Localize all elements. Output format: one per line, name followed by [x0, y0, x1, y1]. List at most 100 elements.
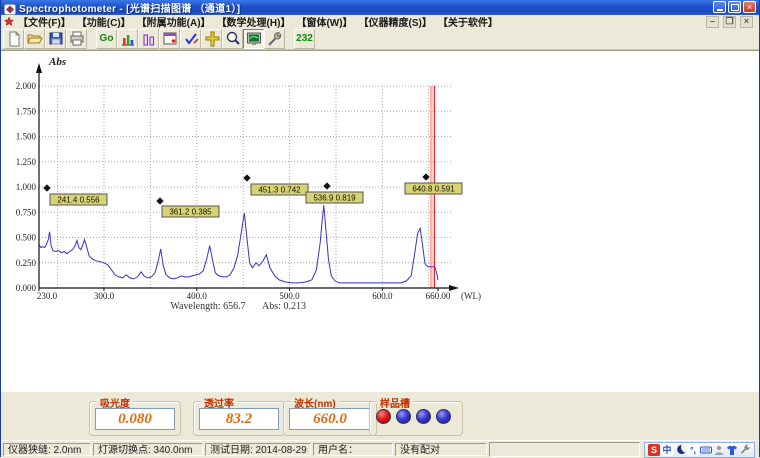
sample-cell-3[interactable]: [416, 409, 431, 424]
svg-text:660.00: 660.00: [426, 291, 451, 301]
crosshair-ruler-icon: [204, 31, 220, 47]
absorbance-group: 吸光度 0.080: [89, 401, 181, 436]
svg-text:1.000: 1.000: [16, 182, 37, 192]
sample-cell-label: 样品槽: [377, 395, 413, 410]
status-bar: 仪器狭缝: 2.0nm灯源切换点: 340.0nm测试日期: 2014-08-2…: [1, 440, 759, 458]
print-icon: [69, 31, 85, 47]
punctuation-icon[interactable]: °,: [687, 444, 699, 456]
histogram-purple-icon: [141, 31, 157, 47]
status-panel-user-name: 用户名：: [313, 443, 393, 456]
svg-text:(WL): (WL): [461, 291, 481, 301]
chart-area: 0.000 0.250 0.500 0.750 1.000 1.250 1.500 1.750…: [1, 50, 759, 392]
title-bar: Spectrophotometer - [光谱扫描图谱 （通道1）] ×: [1, 0, 759, 15]
toolbar-crosshair-ruler-button[interactable]: [201, 29, 222, 49]
zoom-icon: [225, 31, 241, 47]
svg-text:500.0: 500.0: [279, 291, 300, 301]
peak-marker: [43, 184, 50, 191]
svg-text:1.250: 1.250: [16, 157, 37, 167]
new-file-icon: [6, 31, 22, 47]
toolbar-new-file-button[interactable]: [3, 29, 24, 49]
peak-marker: [243, 174, 250, 181]
toolbar-save-file-button[interactable]: [45, 29, 66, 49]
mdi-close-button[interactable]: ×: [740, 16, 753, 28]
restore-button[interactable]: [728, 1, 741, 13]
chinese-mode-icon[interactable]: 中: [661, 444, 673, 456]
close-button[interactable]: ×: [743, 1, 756, 13]
sample-cell-leds: [376, 409, 451, 424]
toolbar: Go 232: [1, 28, 759, 50]
window-view-icon: [162, 31, 178, 47]
absorbance-value: 0.080: [95, 408, 175, 430]
svg-text:1.500: 1.500: [16, 132, 37, 142]
toolbar-open-file-button[interactable]: [24, 29, 45, 49]
toolbar-rs232-button[interactable]: 232: [294, 29, 315, 49]
toolbar-go-button[interactable]: Go: [96, 29, 117, 49]
app-icon: [4, 2, 16, 13]
svg-text:241.4 0.556: 241.4 0.556: [57, 196, 100, 205]
mdi-restore-button[interactable]: ❐: [723, 16, 736, 28]
save-file-icon: [48, 31, 64, 47]
monitor-icon: [246, 31, 262, 47]
svg-text:230.0: 230.0: [37, 291, 58, 301]
toolbar-histogram-purple-button[interactable]: [138, 29, 159, 49]
toolbar-print-button[interactable]: [66, 29, 87, 49]
menu-bar: 【文件(F)】【功能(C)】【附属功能(A)】【数学处理(H)】【窗体(W)】【…: [1, 15, 759, 28]
toolbar-wrench-button[interactable]: [264, 29, 285, 49]
child-window-icon: [4, 17, 14, 27]
application-window: Spectrophotometer - [光谱扫描图谱 （通道1）] × 【文件…: [1, 0, 759, 457]
svg-text:640.8 0.591: 640.8 0.591: [412, 185, 455, 194]
toolbar-window-view-button[interactable]: [159, 29, 180, 49]
menu-items: 【文件(F)】【功能(C)】【附属功能(A)】【数学处理(H)】【窗体(W)】【…: [18, 14, 509, 29]
toolbar-monitor-button[interactable]: [243, 29, 264, 49]
wavelength-value: 660.0: [289, 408, 371, 430]
mdi-minimize-button[interactable]: –: [706, 16, 719, 28]
sample-cell-group: 样品槽: [369, 401, 463, 436]
peak-marker: [156, 197, 163, 204]
sample-cell-1-active[interactable]: [376, 409, 391, 424]
status-panel-pairing: 没有配对: [395, 443, 487, 456]
svg-text:0.500: 0.500: [16, 233, 37, 243]
toolbar-zoom-button[interactable]: [222, 29, 243, 49]
svg-text:536.9 0.819: 536.9 0.819: [313, 194, 356, 203]
svg-text:451.3 0.742: 451.3 0.742: [258, 186, 301, 195]
wrench-icon: [267, 31, 283, 47]
svg-text:0.000: 0.000: [16, 283, 37, 293]
peak-marker: [323, 182, 330, 189]
window-title: Spectrophotometer - [光谱扫描图谱 （通道1）]: [19, 0, 240, 15]
toolbar-edit-check-button[interactable]: [180, 29, 201, 49]
svg-text:1.750: 1.750: [16, 106, 37, 116]
transmittance-group: 透过率 83.2: [193, 401, 285, 436]
svg-text:2.000: 2.000: [16, 81, 37, 91]
status-panel-slit: 仪器狭缝: 2.0nm: [3, 443, 91, 456]
tools-icon[interactable]: [739, 444, 751, 456]
status-panel-lamp-switch-point: 灯源切换点: 340.0nm: [93, 443, 203, 456]
svg-text:0.250: 0.250: [16, 258, 37, 268]
skin-icon[interactable]: [726, 444, 738, 456]
edit-check-icon: [183, 31, 199, 47]
user-icon[interactable]: [713, 444, 725, 456]
sample-cell-2[interactable]: [396, 409, 411, 424]
status-panel-empty: [489, 442, 640, 457]
wavelength-group: 波长(nm) 660.0: [283, 401, 377, 436]
toolbar-spectrum-bars-button[interactable]: [117, 29, 138, 49]
moon-icon[interactable]: [674, 444, 686, 456]
open-file-icon: [27, 31, 43, 47]
mdi-window-controls: – ❐ ×: [706, 16, 753, 28]
status-panel-test-date: 测试日期: 2014-08-29: [205, 443, 311, 456]
sogou-icon[interactable]: S: [648, 444, 660, 456]
minimize-button[interactable]: [713, 1, 726, 13]
keyboard-icon[interactable]: [700, 444, 712, 456]
svg-text:300.0: 300.0: [94, 291, 115, 301]
svg-text:Wavelength: 656.7: Wavelength: 656.7: [170, 301, 245, 312]
transmittance-value: 83.2: [199, 408, 279, 430]
spectrum-plot[interactable]: 0.000 0.250 0.500 0.750 1.000 1.250 1.500 1.750…: [1, 51, 760, 393]
svg-text:Abs: Abs: [48, 56, 66, 68]
svg-text:600.0: 600.0: [372, 291, 393, 301]
svg-text:361.2 0.385: 361.2 0.385: [169, 208, 212, 217]
spectrum-bars-icon: [120, 31, 136, 47]
sample-cell-4[interactable]: [436, 409, 451, 424]
svg-text:0.750: 0.750: [16, 207, 37, 217]
svg-text:400.0: 400.0: [187, 291, 208, 301]
ime-language-bar: S中 °,: [644, 442, 755, 458]
svg-text:Abs: 0.213: Abs: 0.213: [262, 301, 306, 312]
